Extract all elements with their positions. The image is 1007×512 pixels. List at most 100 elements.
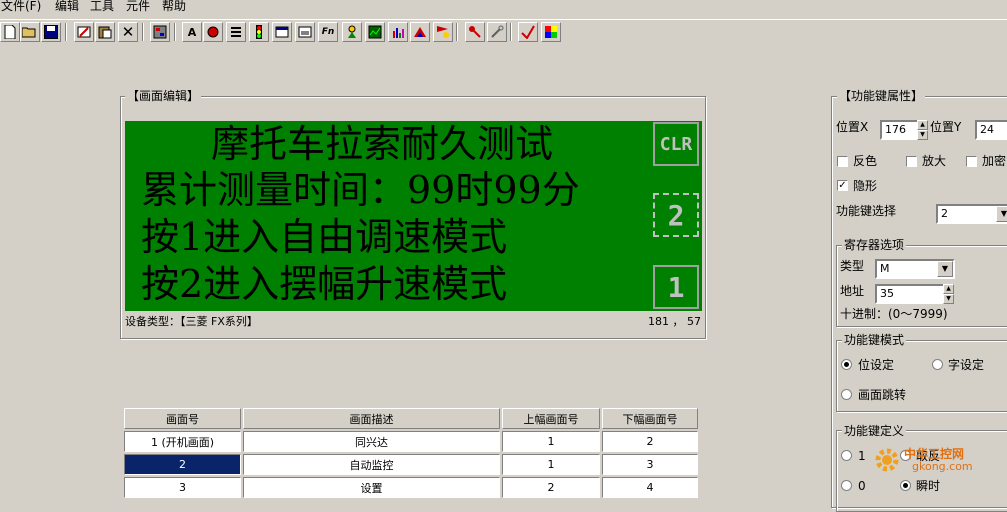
cell-prev-screen[interactable]: 1 <box>502 454 600 475</box>
col-prev-screen[interactable]: 上幅画面号 <box>502 408 600 429</box>
open-folder-icon[interactable] <box>20 22 40 42</box>
lcd-canvas[interactable]: 摩托车拉索耐久测试 累计测量时间：99时99分 按1进入自由调速模式 按2进入摆… <box>125 121 702 311</box>
key-select-label: 功能键选择 <box>836 204 897 218</box>
lcd-key2-button[interactable]: 2 <box>653 193 699 237</box>
device-type-label: 设备类型：【三菱 FX系列】 <box>125 315 258 328</box>
cell-screen-no[interactable]: 2 <box>124 454 241 475</box>
delete-icon[interactable]: ✕ <box>118 22 138 42</box>
chevron-down-icon[interactable]: ▼ <box>937 261 953 277</box>
menu-bar: 文件(F) 编辑 工具 元件 帮助 <box>0 0 1007 15</box>
spin-up-icon[interactable]: ▲ <box>943 284 954 294</box>
screen-editor-title: 【画面编辑】 <box>125 89 202 103</box>
download-icon[interactable] <box>518 22 538 42</box>
lcd-mode2-text[interactable]: 按2进入摆幅升速模式 <box>141 264 507 304</box>
word-set-label: 字设定 <box>948 358 985 372</box>
edit-icon[interactable] <box>74 22 94 42</box>
cell-screen-desc[interactable]: 同兴达 <box>243 431 500 452</box>
indicator-icon[interactable] <box>203 22 223 42</box>
chevron-down-icon[interactable]: ▼ <box>996 206 1007 222</box>
def-one-label: 1 <box>858 449 866 463</box>
pos-x-input[interactable]: 176 <box>880 120 922 140</box>
chart-icon[interactable] <box>365 22 385 42</box>
toolbar-separator <box>456 23 458 41</box>
cell-screen-no[interactable]: 3 <box>124 477 241 498</box>
def-zero-label: 0 <box>858 479 866 493</box>
cell-screen-no[interactable]: 1 (开机画面) <box>124 431 241 452</box>
col-screen-no[interactable]: 画面号 <box>124 408 241 429</box>
window-icon[interactable] <box>272 22 292 42</box>
col-next-screen[interactable]: 下幅画面号 <box>602 408 698 429</box>
menu-edit[interactable]: 编辑 <box>55 0 79 14</box>
key-icon[interactable] <box>465 22 485 42</box>
menu-file[interactable]: 文件(F) <box>1 0 41 14</box>
cell-screen-desc[interactable]: 自动监控 <box>243 454 500 475</box>
paste-icon[interactable] <box>95 22 115 42</box>
window2-icon[interactable] <box>295 22 315 42</box>
screen-icon[interactable] <box>150 22 170 42</box>
hidden-checkbox[interactable]: ✓ <box>837 180 848 191</box>
menu-components[interactable]: 元件 <box>126 0 150 14</box>
table-row[interactable]: 2 自动监控 1 3 <box>124 454 698 475</box>
def-zero-radio[interactable] <box>841 480 852 491</box>
spin-down-icon[interactable]: ▼ <box>943 294 954 304</box>
table-row[interactable]: 1 (开机画面) 同兴达 1 2 <box>124 431 698 452</box>
cell-prev-screen[interactable]: 1 <box>502 431 600 452</box>
type-label: 类型 <box>840 259 865 273</box>
table-header-row: 画面号 画面描述 上幅画面号 下幅画面号 <box>124 408 698 429</box>
toolbar-separator <box>510 23 512 41</box>
cell-next-screen[interactable]: 2 <box>602 431 698 452</box>
toolbar-separator <box>174 23 176 41</box>
encrypt-checkbox[interactable] <box>966 156 977 167</box>
bar-chart-icon[interactable] <box>388 22 408 42</box>
decimal-range-hint: 十进制：(0～7999) <box>840 307 948 321</box>
text-icon[interactable]: A <box>182 22 202 42</box>
address-spinner[interactable]: ▲ ▼ <box>943 284 954 304</box>
invert-checkbox[interactable] <box>837 156 848 167</box>
screen-jump-radio[interactable] <box>841 389 852 400</box>
save-icon[interactable] <box>41 22 61 42</box>
pos-x-spinner[interactable]: ▲ ▼ <box>917 120 928 140</box>
function-key-props-title: 【功能键属性】 <box>837 89 926 103</box>
word-set-radio[interactable] <box>932 359 943 370</box>
function-key-def-title: 功能键定义 <box>842 424 907 438</box>
lcd-time-text[interactable]: 累计测量时间：99时99分 <box>141 170 580 210</box>
register-options-title: 寄存器选项 <box>842 238 907 252</box>
cell-next-screen[interactable]: 4 <box>602 477 698 498</box>
cell-next-screen[interactable]: 3 <box>602 454 698 475</box>
wizard-icon[interactable] <box>342 22 362 42</box>
traffic-light-icon[interactable] <box>249 22 269 42</box>
pos-y-label: 位置Y <box>930 120 962 134</box>
screen-jump-label: 画面跳转 <box>858 388 907 402</box>
invert-label: 反色 <box>853 154 878 168</box>
color-icon[interactable] <box>541 22 561 42</box>
lcd-clr-button[interactable]: CLR <box>653 122 699 166</box>
menu-tools[interactable]: 工具 <box>90 0 114 14</box>
cursor-coords: 181 ， 57 <box>648 315 701 328</box>
toolbar-separator <box>142 23 144 41</box>
zoom-checkbox[interactable] <box>906 156 917 167</box>
lcd-title-text[interactable]: 摩托车拉索耐久测试 <box>211 124 553 164</box>
cell-screen-desc[interactable]: 设置 <box>243 477 500 498</box>
alarm-icon[interactable] <box>433 22 453 42</box>
bit-set-radio[interactable] <box>841 359 852 370</box>
fn-icon[interactable]: Fn <box>318 22 338 42</box>
toolbar: ✕ A Fn <box>0 19 1007 44</box>
cell-prev-screen[interactable]: 2 <box>502 477 600 498</box>
pos-x-label: 位置X <box>836 120 869 134</box>
def-one-radio[interactable] <box>841 450 852 461</box>
lcd-key1-button[interactable]: 1 <box>653 265 699 309</box>
flag-icon[interactable] <box>410 22 430 42</box>
spin-down-icon[interactable]: ▼ <box>917 130 928 140</box>
list-icon[interactable] <box>226 22 246 42</box>
encrypt-label: 加密 <box>982 154 1007 168</box>
menu-help[interactable]: 帮助 <box>162 0 186 14</box>
zoom-label: 放大 <box>922 154 947 168</box>
lcd-mode1-text[interactable]: 按1进入自由调速模式 <box>141 217 507 257</box>
tools-icon[interactable] <box>487 22 507 42</box>
pos-y-input[interactable]: 24 <box>975 120 1007 140</box>
table-row[interactable]: 3 设置 2 4 <box>124 477 698 498</box>
col-screen-desc[interactable]: 画面描述 <box>243 408 500 429</box>
address-input[interactable]: 35 <box>875 284 945 304</box>
new-file-icon[interactable] <box>0 22 20 42</box>
spin-up-icon[interactable]: ▲ <box>917 120 928 130</box>
